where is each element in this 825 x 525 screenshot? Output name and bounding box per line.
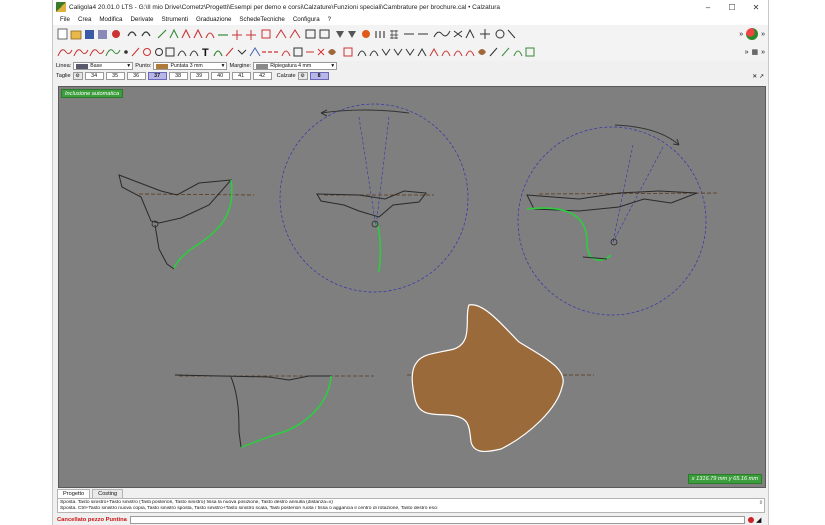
status-message: Cancellato pezzo Puntina bbox=[57, 516, 127, 523]
shape-heel-3[interactable] bbox=[517, 124, 720, 316]
menu-file[interactable]: File bbox=[56, 16, 74, 23]
chevron-down-icon: ▼ bbox=[330, 63, 336, 69]
shape-heel-1[interactable] bbox=[118, 174, 255, 270]
menu-help[interactable]: ? bbox=[324, 16, 335, 23]
minimize-button[interactable]: – bbox=[696, 0, 720, 14]
calzate-value[interactable]: 8 bbox=[309, 72, 329, 80]
coordinates-readout: x 1316.79 mm y 65.16 mm bbox=[687, 474, 762, 484]
chevron-down-icon: ▼ bbox=[220, 63, 226, 69]
sizes-options-button[interactable]: ⚙ bbox=[72, 72, 83, 80]
point-swatch bbox=[156, 63, 169, 69]
size-38[interactable]: 38 bbox=[168, 72, 188, 80]
menu-strumenti[interactable]: Strumenti bbox=[158, 16, 192, 23]
margin-swatch bbox=[256, 63, 269, 69]
tab-costing[interactable]: Costing bbox=[92, 489, 124, 498]
close-panel-icon[interactable]: ✕ ↗ bbox=[752, 73, 764, 80]
margin-select[interactable]: Ripiegatura 4 mm ▼ bbox=[253, 62, 338, 70]
toolbar-icons-row-1[interactable] bbox=[56, 27, 728, 41]
size-37[interactable]: 37 bbox=[147, 72, 167, 80]
auto-include-badge[interactable]: Inclusione automatica bbox=[61, 89, 124, 98]
size-41[interactable]: 41 bbox=[231, 72, 251, 80]
size-34[interactable]: 34 bbox=[84, 72, 104, 80]
shape-heel-4[interactable] bbox=[174, 374, 374, 448]
resize-grip-icon[interactable]: ◢ bbox=[756, 516, 761, 524]
status-indicator-icon bbox=[748, 516, 754, 523]
point-select[interactable]: Puntata 3 mm ▼ bbox=[153, 62, 228, 70]
menu-bar: File Crea Modifica Derivate Strumenti Gr… bbox=[53, 14, 768, 25]
drawing-canvas[interactable]: Inclusione automatica x 1316.79 mm y 65.… bbox=[58, 86, 766, 488]
line-label: Linea: bbox=[56, 63, 72, 69]
message-panel: Sposta. Tasto sinistro+Tasto sinistro (T… bbox=[57, 498, 765, 513]
window-title: Caligola4 20.01.0 LTS - G:\Il mio Drive\… bbox=[69, 3, 500, 11]
point-label: Punto: bbox=[135, 63, 152, 69]
grid-icon[interactable]: ▦ bbox=[751, 48, 758, 56]
chevron-down-icon: ▼ bbox=[126, 63, 132, 69]
calzate-label: Calzate bbox=[276, 73, 296, 79]
toolbar-overflow-icon[interactable]: » bbox=[739, 31, 743, 38]
maximize-button[interactable]: ☐ bbox=[720, 0, 744, 14]
message-line-2: Sposta. Ctrl+Tasto sinistro nuova copia,… bbox=[60, 506, 438, 512]
app-logo-icon bbox=[56, 2, 66, 12]
toolbar-overflow-icon-4[interactable]: » bbox=[761, 49, 765, 56]
size-42[interactable]: 42 bbox=[252, 72, 272, 80]
menu-crea[interactable]: Crea bbox=[74, 16, 95, 23]
menu-configura[interactable]: Configura bbox=[289, 16, 324, 23]
size-39[interactable]: 39 bbox=[189, 72, 209, 80]
app-window: Caligola4 20.01.0 LTS - G:\Il mio Drive\… bbox=[52, 0, 769, 525]
close-button[interactable]: ✕ bbox=[744, 0, 768, 14]
canvas-drawing bbox=[118, 103, 720, 453]
line-select[interactable]: Base ▼ bbox=[73, 62, 134, 70]
toolbar-overflow-icon-2[interactable]: » bbox=[761, 31, 765, 38]
menu-derivate[interactable]: Derivate bbox=[126, 16, 157, 23]
margin-label: Margine: bbox=[229, 63, 252, 69]
tab-progetto[interactable]: Progetto bbox=[57, 489, 91, 498]
bottom-tabs: Progetto Costing bbox=[53, 489, 768, 498]
status-bar: Cancellato pezzo Puntina ◢ bbox=[53, 514, 768, 525]
command-input[interactable] bbox=[129, 515, 745, 524]
line-swatch bbox=[76, 63, 89, 69]
sizes-bar: Taglie ⚙ 34 35 36 37 38 39 40 41 42 Calz… bbox=[53, 71, 768, 81]
toolbar-icons-row-2[interactable]: T bbox=[56, 45, 728, 59]
shape-heel-2[interactable] bbox=[279, 103, 469, 293]
shape-sole[interactable] bbox=[407, 304, 594, 453]
sizes-label: Taglie bbox=[56, 73, 71, 79]
drawing-toolbar: T » ▦ » bbox=[53, 43, 768, 61]
svg-text:T: T bbox=[202, 47, 209, 59]
size-35[interactable]: 35 bbox=[105, 72, 125, 80]
size-40[interactable]: 40 bbox=[210, 72, 230, 80]
menu-graduazione[interactable]: Graduazione bbox=[192, 16, 235, 23]
scroll-arrows-icon[interactable]: ⇳ bbox=[759, 500, 763, 506]
menu-schedetecniche[interactable]: SchedeTecniche bbox=[235, 16, 288, 23]
calzate-options-button[interactable]: ⚙ bbox=[297, 72, 308, 80]
title-bar: Caligola4 20.01.0 LTS - G:\Il mio Drive\… bbox=[53, 0, 768, 14]
main-toolbar: » » bbox=[53, 25, 768, 43]
options-bar: Linea: Base ▼ Punto: Puntata 3 mm ▼ Marg… bbox=[53, 61, 768, 71]
menu-modifica[interactable]: Modifica bbox=[95, 16, 126, 23]
globe-icon[interactable] bbox=[746, 28, 759, 40]
toolbar-overflow-icon-3[interactable]: » bbox=[745, 49, 749, 56]
size-36[interactable]: 36 bbox=[126, 72, 146, 80]
